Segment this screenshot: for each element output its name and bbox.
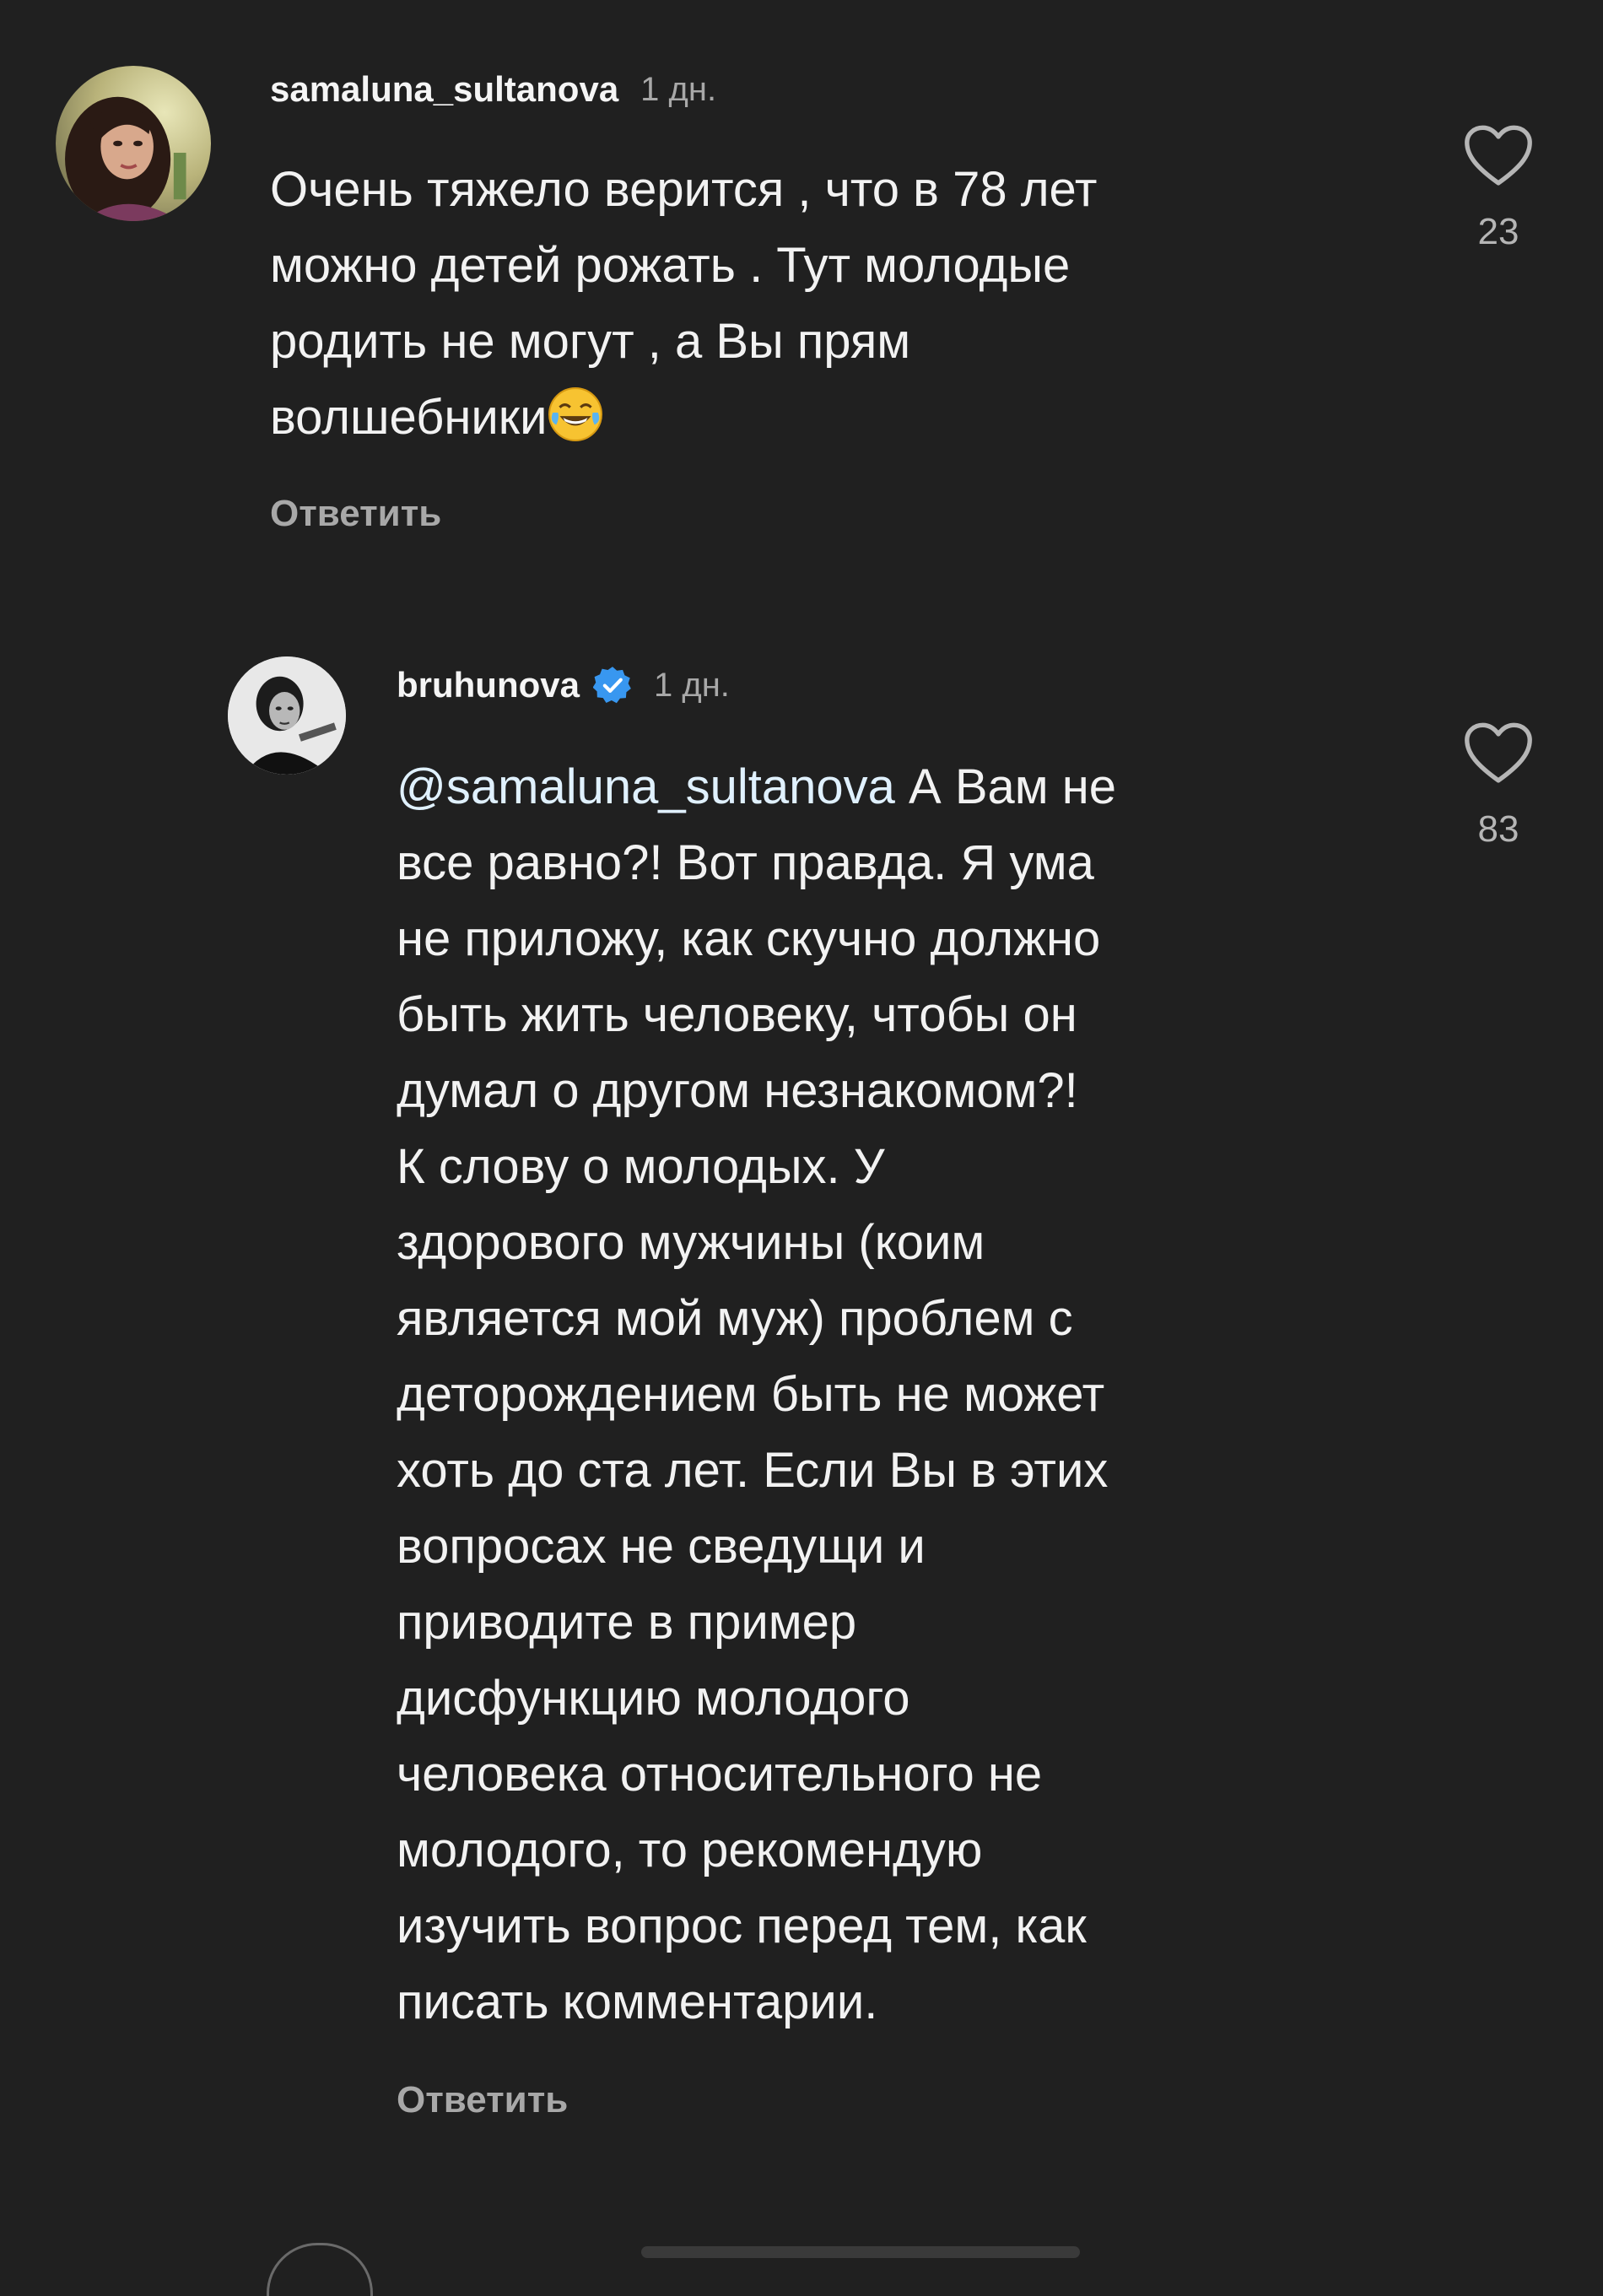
avatar[interactable] — [228, 656, 346, 775]
reply-button[interactable]: Ответить — [270, 493, 441, 535]
reply-username[interactable]: bruhunova — [397, 665, 580, 705]
mention-link[interactable]: @samaluna_sultanova — [397, 759, 895, 814]
comment-text-container: Очень тяжело верится , что в 78 лет можн… — [270, 152, 1409, 456]
comment-timestamp: 1 дн. — [640, 70, 717, 108]
comment-header: samaluna_sultanova 1 дн. — [270, 69, 716, 110]
reply-like: 83 — [1448, 721, 1549, 851]
like-count: 23 — [1477, 211, 1519, 252]
comment-username[interactable]: samaluna_sultanova — [270, 69, 618, 110]
next-comment-avatar — [267, 2243, 373, 2296]
like-count: 83 — [1477, 808, 1519, 850]
reply-timestamp: 1 дн. — [654, 666, 730, 704]
heart-outline-icon[interactable] — [1462, 123, 1535, 189]
reply-button[interactable]: Ответить — [397, 2079, 568, 2121]
avatar-photo — [228, 656, 346, 775]
avatar-photo — [56, 66, 211, 221]
comment-text: Очень тяжело верится , что в 78 лет можн… — [270, 162, 1098, 445]
face-with-tears-of-joy-icon — [548, 386, 603, 442]
avatar[interactable] — [56, 66, 211, 221]
reply-text-first-line: А Вам не — [894, 759, 1117, 814]
next-comment-header — [641, 2246, 1080, 2258]
heart-outline-icon[interactable] — [1462, 721, 1535, 786]
reply-text: все равно?! Вот правда. Я ума не приложу… — [397, 835, 1109, 2029]
comment-like: 23 — [1448, 123, 1549, 253]
reply-header: bruhunova 1 дн. — [397, 665, 730, 705]
verified-badge-icon — [593, 666, 632, 705]
reply-text-container: @samaluna_sultanova А Вам не все равно?!… — [397, 749, 1434, 2040]
